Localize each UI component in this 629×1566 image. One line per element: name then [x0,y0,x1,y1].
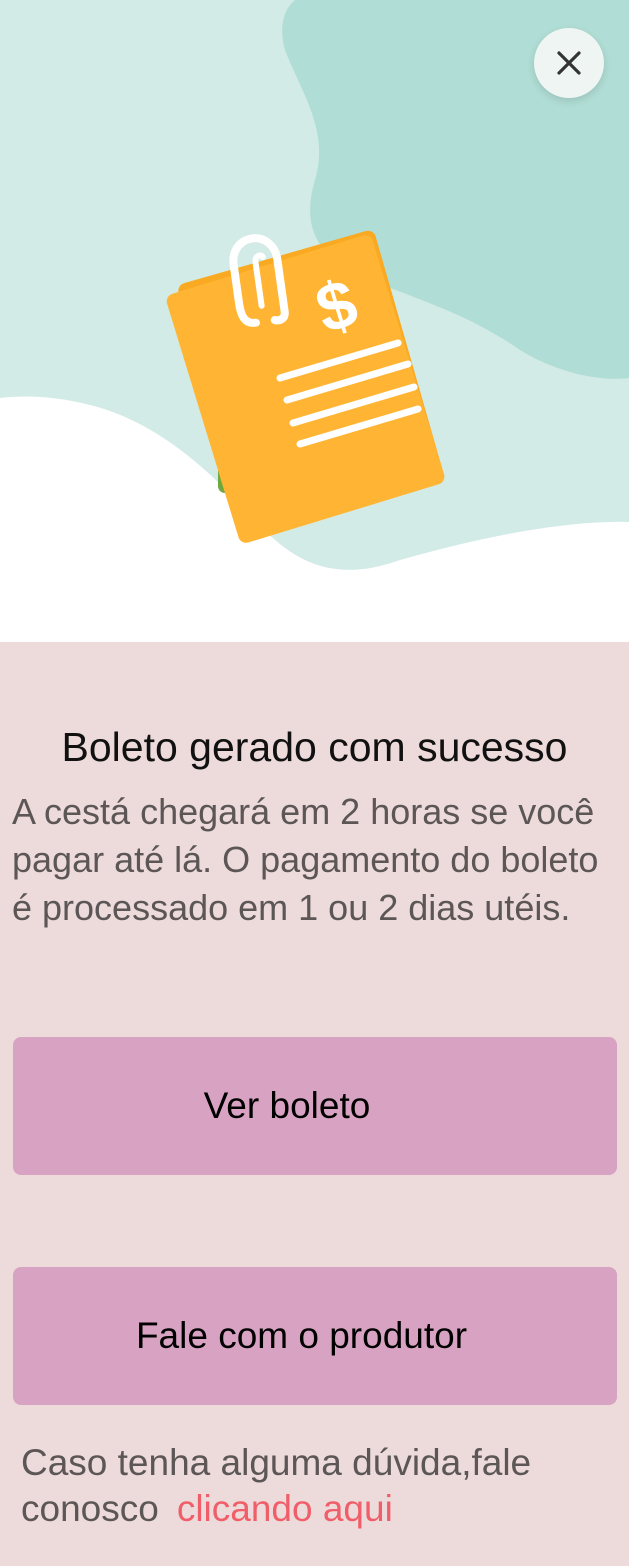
contact-producer-label: Fale com o produtor [135,1315,468,1356]
contact-link[interactable]: clicando aqui [177,1488,393,1529]
close-icon [557,51,581,75]
view-boleto-button[interactable]: Ver boleto [13,1037,617,1175]
footer-help-text: Caso tenha alguma dúvida,fale conosco cli… [21,1440,621,1532]
dialog-title: Boleto gerado com sucesso [61,724,568,770]
view-boleto-label: Ver boleto [203,1085,371,1126]
dialog-description: A cestá chegará em 2 horas se você pagar… [12,791,599,928]
contact-producer-button[interactable]: Fale com o produtor [13,1267,617,1405]
content-panel: Boleto gerado com sucesso A cestá chegar… [0,642,629,1566]
hero-illustration-area: $ [0,0,629,642]
close-button[interactable] [534,28,604,98]
boleto-document-icon: $ [166,230,445,543]
